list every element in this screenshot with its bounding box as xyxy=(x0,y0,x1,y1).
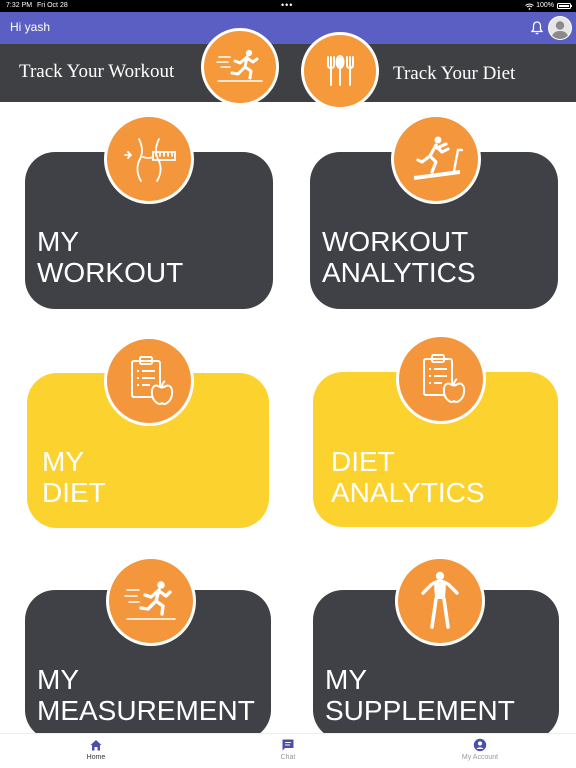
nav-my-account[interactable]: My Account xyxy=(440,738,520,761)
nav-home[interactable]: Home xyxy=(56,738,136,761)
battery-percent: 100% xyxy=(536,2,554,9)
card-label: MY WORKOUT xyxy=(37,226,184,288)
bodybuilder-icon xyxy=(395,556,485,646)
multitask-dots-icon[interactable]: ••• xyxy=(281,0,293,10)
status-right: 100% xyxy=(525,2,572,10)
status-date: Fri Oct 28 xyxy=(37,2,68,9)
nav-home-label: Home xyxy=(86,754,106,761)
clipboard-apple-icon xyxy=(104,336,194,426)
track-workout-text[interactable]: Track Your Workout xyxy=(19,61,174,83)
card-label: WORKOUT ANALYTICS xyxy=(322,226,476,288)
nav-chat[interactable]: Chat xyxy=(248,738,328,761)
card-label: MY MEASUREMENT xyxy=(37,664,255,726)
status-bar: 7:32 PM Fri Oct 28 ••• 100% xyxy=(0,0,576,12)
running-man-icon xyxy=(106,556,196,646)
bottom-nav: Home Chat My Account xyxy=(0,733,576,768)
card-label: MY DIET xyxy=(42,446,106,508)
status-time: 7:32 PM xyxy=(6,2,33,9)
card-label: DIET ANALYTICS xyxy=(331,446,485,508)
clipboard-apple-icon xyxy=(396,334,486,424)
nav-chat-label: Chat xyxy=(280,754,296,761)
fork-spoon-icon[interactable] xyxy=(301,32,379,110)
account-icon xyxy=(473,738,487,752)
treadmill-icon xyxy=(391,114,481,204)
track-diet-text[interactable]: Track Your Diet xyxy=(393,63,515,85)
avatar[interactable] xyxy=(548,16,572,40)
card-label: MY SUPPLEMENT xyxy=(325,664,515,726)
bell-icon[interactable] xyxy=(530,20,544,36)
app-header: Hi yash xyxy=(0,12,576,44)
track-banner: Track Your Workout Track Your Diet xyxy=(0,44,576,102)
battery-icon xyxy=(557,2,572,9)
app-screen: 7:32 PM Fri Oct 28 ••• 100% Hi yash Trac… xyxy=(0,0,576,768)
waist-measure-icon xyxy=(104,114,194,204)
home-icon xyxy=(89,738,103,752)
running-man-icon[interactable] xyxy=(201,28,279,106)
greeting-text: Hi yash xyxy=(10,20,51,34)
chat-icon xyxy=(281,738,295,752)
nav-my-account-label: My Account xyxy=(461,754,499,761)
wifi-icon xyxy=(525,3,534,10)
